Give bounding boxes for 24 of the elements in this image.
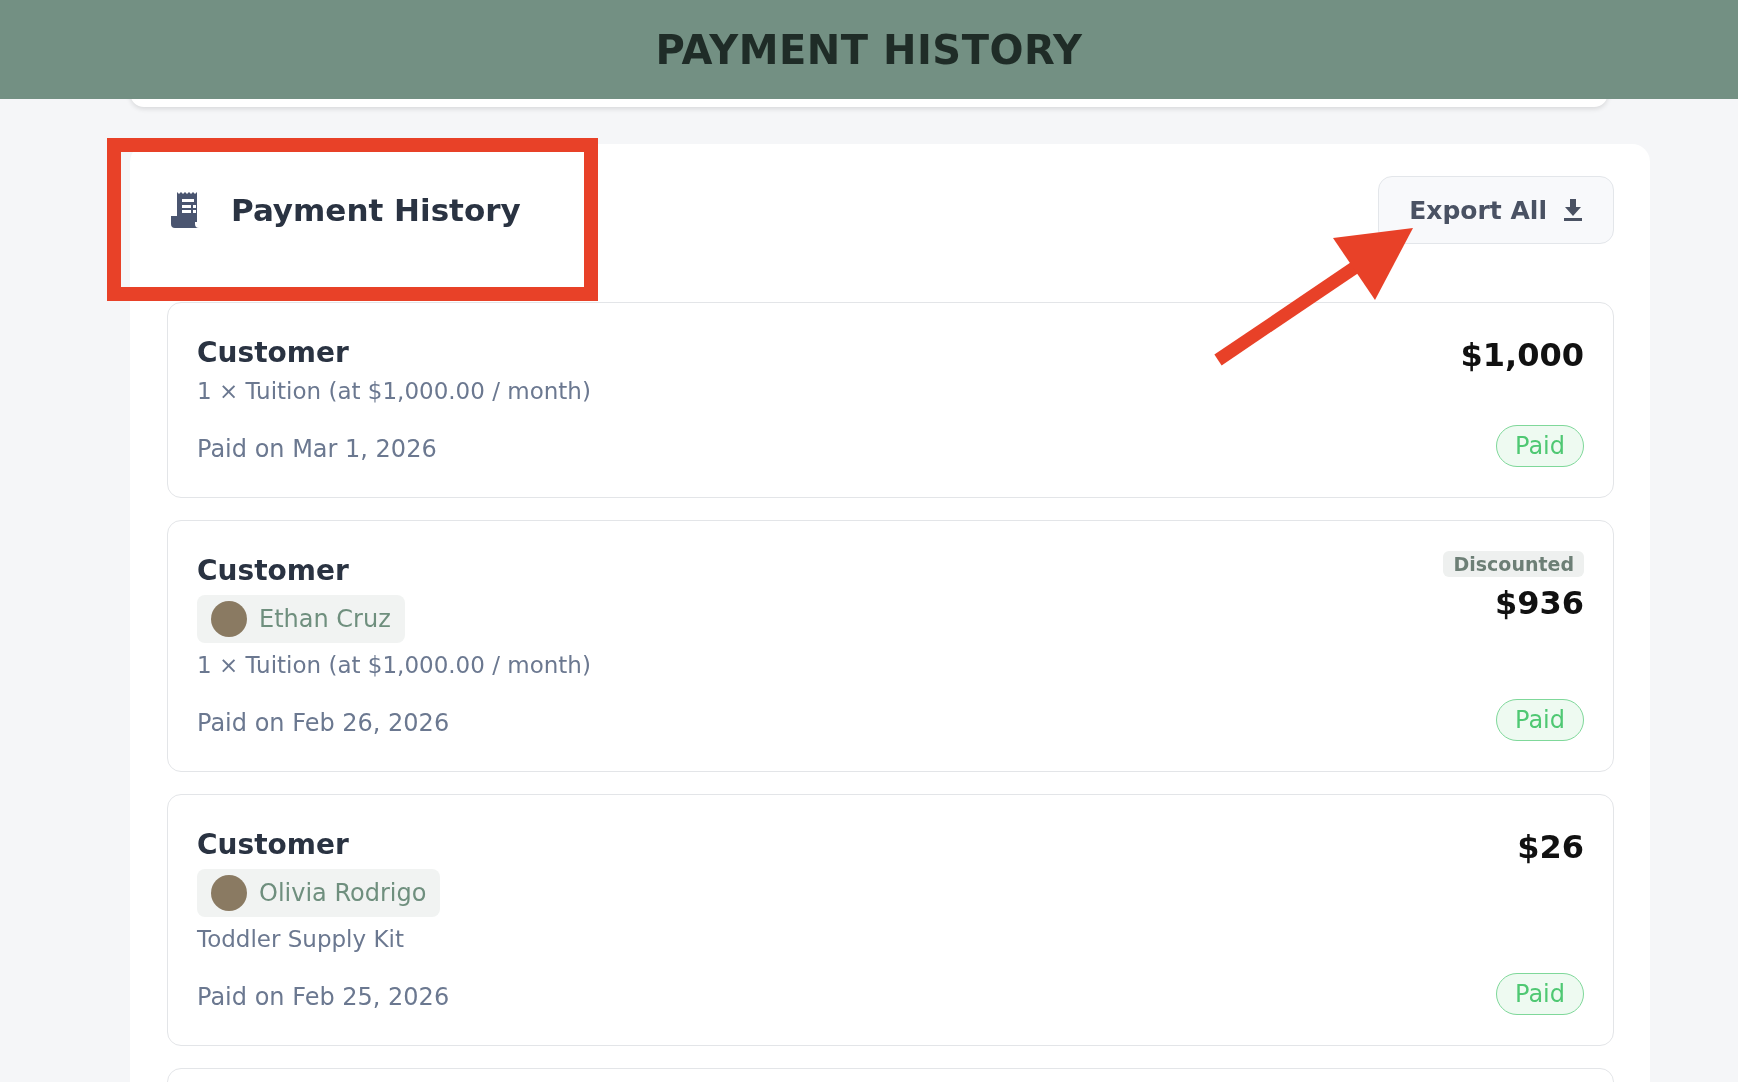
payment-amount: $936 <box>1494 583 1584 624</box>
customer-name: Customer <box>197 827 349 863</box>
avatar <box>211 601 247 637</box>
payment-amount: $1,000 <box>1460 335 1584 376</box>
customer-name: Customer <box>197 335 349 371</box>
status-badge: Paid <box>1496 699 1584 741</box>
discount-badge: Discounted <box>1443 551 1584 577</box>
child-name: Olivia Rodrigo <box>259 879 427 907</box>
payment-description: 1 × Tuition (at $1,000.00 / month) <box>197 651 591 680</box>
status-badge: Paid <box>1496 425 1584 467</box>
paid-date: Paid on Mar 1, 2026 <box>197 434 437 465</box>
payment-description: 1 × Tuition (at $1,000.00 / month) <box>197 377 591 406</box>
child-name: Ethan Cruz <box>259 605 391 633</box>
paid-date: Paid on Feb 25, 2026 <box>197 982 450 1013</box>
export-all-button[interactable]: Export All <box>1378 176 1614 244</box>
paid-date: Paid on Feb 26, 2026 <box>197 708 450 739</box>
avatar <box>211 875 247 911</box>
payment-amount: $26 <box>1517 827 1584 868</box>
download-icon <box>1563 199 1583 221</box>
page-title: PAYMENT HISTORY <box>655 26 1083 73</box>
panel-title: Payment History <box>231 192 521 228</box>
payment-description: Toddler Supply Kit <box>197 925 404 954</box>
customer-name: Customer <box>197 553 349 589</box>
status-badge: Paid <box>1496 973 1584 1015</box>
